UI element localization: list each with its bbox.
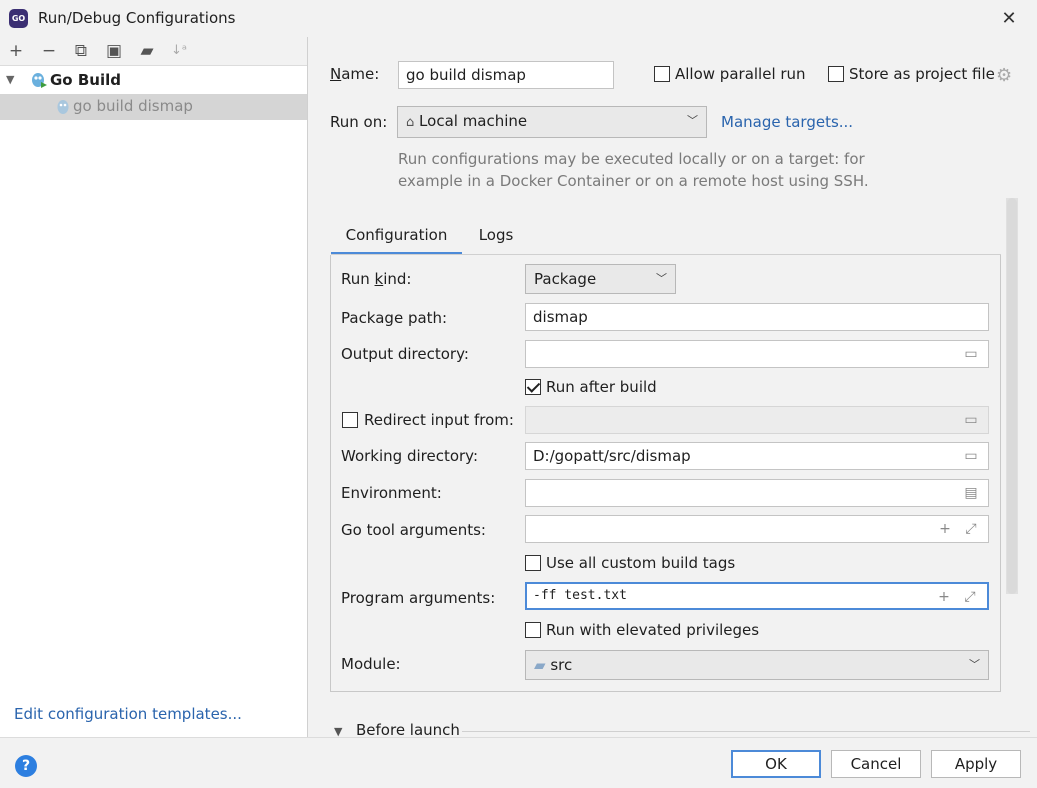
tree-root-label: Go Build [50,71,121,89]
output-directory-label: Output directory: [341,345,469,363]
run-on-dropdown[interactable]: ⌂ Local machine ﹀ [397,106,707,138]
folder-icon[interactable]: ▭ [962,345,980,363]
gear-icon[interactable]: ⚙ [996,65,1012,86]
sidebar-toolbar: + − ⧉ ▣ ▰ ↓ᵃ [0,37,307,66]
close-icon[interactable]: ✕ [992,4,1026,34]
program-arguments-field[interactable]: -ff test.txt + ⤢ [525,582,989,610]
run-on-description-line1: Run configurations may be executed local… [398,150,865,168]
tree-child-label: go build dismap [73,97,193,115]
title-bar: GO Run/Debug Configurations ✕ [0,0,1037,37]
manage-targets-link[interactable]: Manage targets... [721,113,853,131]
working-directory-field[interactable]: D:/gopatt/src/dismap ▭ [525,442,989,470]
chevron-down-icon: ﹀ [656,272,667,285]
run-on-value: Local machine [419,112,528,130]
run-kind-value: Package [534,270,597,288]
environment-field[interactable]: ▤ [525,479,989,507]
before-launch-divider [462,731,1030,732]
goland-app-icon: GO [9,9,28,28]
scrollbar-thumb[interactable] [1007,198,1017,594]
window-title: Run/Debug Configurations [38,9,236,27]
copy-icon[interactable]: ⧉ [70,40,92,62]
module-value: src [550,656,573,674]
use-custom-tags-label: Use all custom build tags [546,554,736,572]
module-folder-icon: ▰ [534,656,546,674]
save-icon[interactable]: ▣ [103,40,125,62]
program-arguments-label: Program arguments: [341,589,496,607]
run-on-label: Run on: [330,113,388,131]
module-label: Module: [341,655,401,673]
store-project-checkbox[interactable] [828,66,844,82]
remove-icon[interactable]: − [38,40,60,62]
elevated-privileges-label: Run with elevated privileges [546,621,760,639]
tab-configuration[interactable]: Configuration [331,220,462,255]
redirect-input-checkbox[interactable] [342,412,358,428]
tab-logs[interactable]: Logs [466,220,526,255]
add-icon[interactable]: + [5,40,27,62]
expand-arrow-icon[interactable]: ▼ [6,73,14,86]
chevron-down-icon: ﹀ [687,114,698,127]
edit-templates-link[interactable]: Edit configuration templates... [14,705,242,723]
home-icon: ⌂ [406,115,415,130]
chevron-down-icon: ﹀ [969,658,980,671]
expand-icon[interactable]: ⤢ [962,520,980,538]
apply-button[interactable]: Apply [931,750,1021,778]
elevated-privileges-checkbox[interactable] [525,622,541,638]
package-path-field[interactable]: dismap [525,303,989,331]
working-directory-label: Working directory: [341,447,479,465]
folder-icon[interactable]: ▭ [962,447,980,465]
help-icon[interactable]: ? [15,755,37,777]
add-icon[interactable]: + [936,520,954,538]
use-custom-tags-checkbox[interactable] [525,555,541,571]
package-path-label: Package path: [341,309,448,327]
redirect-input-field: ▭ [525,406,989,434]
dialog-button-bar: ? OK Cancel Apply [0,737,1037,788]
folder-icon: ▭ [964,412,978,428]
configurations-sidebar: + − ⧉ ▣ ▰ ↓ᵃ ▼ Go Build go build dismap … [0,37,308,737]
name-field[interactable]: go build dismap [398,61,614,89]
add-icon[interactable]: + [935,588,953,606]
go-tool-arguments-label: Go tool arguments: [341,521,486,539]
name-label: Name: [330,65,380,83]
store-project-label: Store as project file [849,65,995,83]
run-after-build-checkbox[interactable] [525,379,541,395]
working-directory-value: D:/gopatt/src/dismap [533,447,691,465]
run-on-description-line2: example in a Docker Container or on a re… [398,172,869,190]
redirect-input-label: Redirect input from: [364,411,514,429]
allow-parallel-label: Allow parallel run [675,65,806,83]
run-after-build-label: Run after build [546,378,657,396]
run-kind-dropdown[interactable]: Package ﹀ [525,264,676,294]
tree-item-go-build[interactable]: ▼ Go Build [0,68,307,94]
expand-icon[interactable]: ⤢ [961,588,979,606]
go-config-icon [57,100,69,114]
go-build-icon [32,73,47,88]
environment-label: Environment: [341,484,442,502]
document-icon[interactable]: ▤ [962,484,980,502]
module-dropdown[interactable]: ▰ src ﹀ [525,650,989,680]
cancel-button[interactable]: Cancel [831,750,921,778]
go-tool-arguments-field[interactable]: + ⤢ [525,515,989,543]
run-kind-label: Run kind: [341,270,412,288]
program-arguments-value: -ff test.txt [533,588,627,603]
output-directory-field[interactable]: ▭ [525,340,989,368]
allow-parallel-checkbox[interactable] [654,66,670,82]
ok-button[interactable]: OK [731,750,821,778]
sort-icon[interactable]: ↓ᵃ [168,40,190,62]
tree-item-go-build-dismap[interactable]: go build dismap [0,94,307,120]
new-folder-icon[interactable]: ▰ [136,40,158,62]
